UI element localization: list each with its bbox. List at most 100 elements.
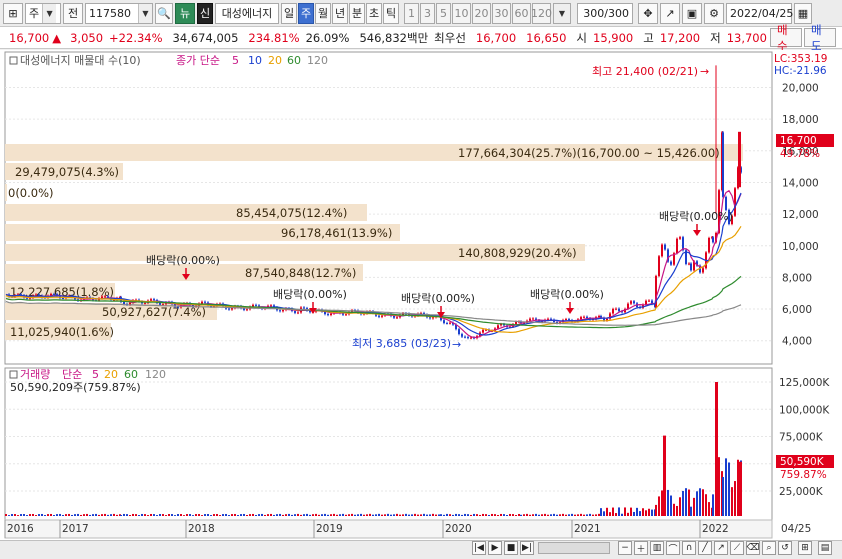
- candle-type-icon[interactable]: ▥: [650, 541, 664, 555]
- line-type-icon[interactable]: ⌒: [666, 541, 680, 555]
- legend-ma10: 10: [248, 54, 262, 67]
- volume-bar: [402, 514, 404, 516]
- magnet-icon[interactable]: ∩: [682, 541, 696, 555]
- zoom-in-icon[interactable]: ＋: [634, 541, 648, 555]
- scroll-left-icon[interactable]: |◀: [472, 541, 486, 555]
- volume-bar: [685, 488, 687, 516]
- crosshair-icon[interactable]: ✥: [638, 2, 658, 24]
- search-icon[interactable]: 🔍: [155, 2, 173, 24]
- volume-bar: [138, 515, 140, 516]
- interval-button[interactable]: 30: [492, 2, 511, 24]
- interval-button[interactable]: 20: [472, 2, 491, 24]
- volume-legend-ma-label[interactable]: 단순: [62, 368, 82, 381]
- volume-profile-label: 140,808,929(20.4%): [458, 246, 577, 260]
- period-tab[interactable]: 분: [349, 2, 365, 24]
- save-icon[interactable]: ▣: [682, 2, 702, 24]
- period-tab[interactable]: 일: [281, 2, 297, 24]
- interval-button[interactable]: 1: [404, 2, 419, 24]
- trade-amount: 546,832백만: [359, 30, 429, 45]
- chart-scrollbar[interactable]: [538, 542, 610, 554]
- buy-button[interactable]: 매수: [769, 23, 802, 53]
- zoom-out-icon[interactable]: −: [618, 541, 632, 555]
- stop-icon[interactable]: ■: [504, 541, 518, 555]
- chart-canvas[interactable]: 177,664,304(25.7%)(16,700.00 ~ 15,426.00…: [0, 50, 842, 540]
- search-icon[interactable]: ⌕: [762, 541, 776, 555]
- volume-bar: [333, 513, 335, 516]
- period-tab[interactable]: 주: [298, 2, 314, 24]
- volume-bar: [246, 514, 248, 516]
- data-count-field[interactable]: 300/300: [577, 2, 633, 24]
- price-legend-ma-label[interactable]: 종가 단순: [176, 54, 220, 67]
- draw-line-icon[interactable]: ╱: [698, 541, 712, 555]
- volume-legend-label[interactable]: 거래량: [20, 368, 50, 381]
- eraser-icon[interactable]: ⌫: [746, 541, 760, 555]
- market-select[interactable]: 주 ▼: [25, 2, 61, 24]
- scroll-right-icon[interactable]: ▶|: [520, 541, 534, 555]
- draw-ray-icon[interactable]: ↗: [714, 541, 728, 555]
- trend-tool-icon[interactable]: ↗: [660, 2, 680, 24]
- interval-button[interactable]: 5: [436, 2, 451, 24]
- x-axis-strip: [4, 519, 773, 539]
- price-candle: [297, 312, 299, 314]
- draw-trend-icon[interactable]: ⟋: [730, 541, 744, 555]
- chart-area[interactable]: 177,664,304(25.7%)(16,700.00 ~ 15,426.00…: [0, 50, 842, 540]
- mode-button[interactable]: 전: [63, 2, 83, 24]
- volume-bar: [17, 515, 19, 516]
- date-field[interactable]: 2022/04/25: [726, 2, 793, 24]
- volume-bar: [243, 513, 245, 516]
- volume-bar: [231, 514, 233, 516]
- volume-bar: [667, 489, 669, 516]
- volume-bar: [26, 515, 28, 516]
- period-tab[interactable]: 틱: [383, 2, 399, 24]
- price-candle: [35, 294, 37, 296]
- interval-button[interactable]: 10: [452, 2, 471, 24]
- news-badge-button[interactable]: 뉴: [175, 2, 195, 24]
- calendar-icon[interactable]: ▦: [794, 2, 812, 24]
- period-tab[interactable]: 초: [366, 2, 382, 24]
- options-icon[interactable]: ⊞: [798, 541, 812, 555]
- gear-icon[interactable]: ⚙: [704, 2, 724, 24]
- period-tab[interactable]: 월: [315, 2, 331, 24]
- volume-bar: [327, 514, 329, 516]
- volume-bar: [306, 513, 308, 516]
- play-icon[interactable]: ▶: [488, 541, 502, 555]
- interval-select[interactable]: ▼: [553, 2, 571, 24]
- volume-bar: [35, 515, 37, 516]
- volume-bar: [381, 514, 383, 516]
- volume-bar: [718, 457, 720, 516]
- stock-code-input[interactable]: 117580 ▼: [85, 2, 153, 24]
- period-tab[interactable]: 년: [332, 2, 348, 24]
- price-candle: [670, 261, 672, 265]
- volume-legend-ma20: 20: [104, 368, 118, 381]
- price-candle: [688, 263, 690, 265]
- volume-bar: [494, 514, 496, 516]
- volume-bar: [162, 514, 164, 516]
- lc-label: LC:353.19: [774, 53, 827, 65]
- stock-name-field: 대성에너지: [215, 2, 279, 24]
- volume-bar: [228, 515, 230, 516]
- print-icon[interactable]: ▤: [818, 541, 832, 555]
- interval-button[interactable]: 3: [420, 2, 435, 24]
- price-candle: [580, 317, 582, 320]
- high-arrow-icon: →: [700, 65, 709, 78]
- volume-bar: [690, 506, 692, 516]
- chart-settings-icon[interactable]: ⊞: [3, 2, 23, 24]
- volume-bar: [80, 514, 82, 516]
- sell-button[interactable]: 매도: [803, 23, 836, 53]
- reset-icon[interactable]: ↺: [778, 541, 792, 555]
- volume-bar: [556, 514, 558, 516]
- volume-bar: [132, 513, 134, 516]
- volume-bar: [180, 514, 182, 516]
- volume-bar: [150, 513, 152, 516]
- volume-bar: [702, 489, 704, 516]
- volume-bar: [276, 514, 278, 516]
- price-y-tick: 4,000: [782, 336, 812, 348]
- low-label: 저: [710, 30, 721, 45]
- year-label: 2022: [702, 523, 729, 535]
- interval-button[interactable]: 120: [531, 2, 552, 24]
- price-candle: [630, 301, 632, 304]
- interval-button[interactable]: 60: [512, 2, 531, 24]
- price-candle: [294, 310, 296, 313]
- price-legend-indicator[interactable]: 대성에너지 매물대 수(10): [20, 54, 141, 67]
- volume-profile-label: 0(0.0%): [8, 186, 54, 200]
